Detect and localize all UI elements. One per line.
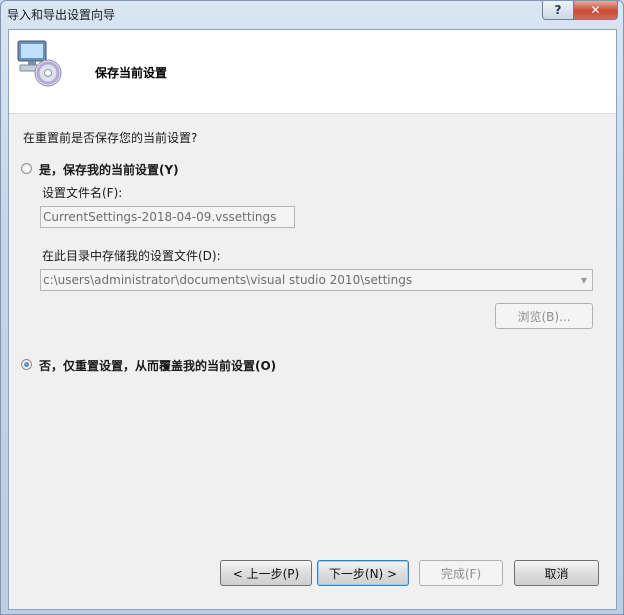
directory-combobox[interactable]: c:\users\administrator\documents\visual … [40, 269, 593, 291]
finish-button[interactable]: 完成(F) [419, 560, 503, 586]
save-settings-radio[interactable] [21, 163, 32, 174]
overwrite-settings-radio[interactable] [21, 359, 32, 370]
directory-label: 在此目录中存储我的设置文件(D): [42, 249, 221, 263]
back-button[interactable]: < 上一步(P) [220, 560, 312, 586]
next-button[interactable]: 下一步(N) > [317, 560, 409, 586]
chevron-down-icon[interactable]: ▼ [576, 270, 592, 290]
title-bar[interactable]: 导入和导出设置向导 ? ✕ [1, 1, 623, 27]
close-button[interactable]: ✕ [573, 1, 618, 20]
page-title: 保存当前设置 [95, 66, 168, 80]
wizard-banner: 保存当前设置 [9, 30, 616, 114]
browse-button[interactable]: 浏览(B)... [495, 303, 593, 329]
filename-label: 设置文件名(F): [42, 186, 123, 200]
cancel-button[interactable]: 取消 [514, 560, 599, 586]
overwrite-settings-label[interactable]: 否，仅重置设置，从而覆盖我的当前设置(O) [39, 357, 276, 374]
question-label: 在重置前是否保存您的当前设置? [23, 131, 198, 145]
help-button[interactable]: ? [542, 1, 574, 20]
wizard-content: 保存当前设置 在重置前是否保存您的当前设置? 是，保存我的当前设置(Y) 设置文… [8, 29, 617, 610]
computer-disc-icon [17, 40, 62, 87]
wizard-window: 导入和导出设置向导 ? ✕ 保存当前设置 在重置前是否保存您的当前设置? 是，保… [0, 0, 624, 615]
directory-value: c:\users\administrator\documents\visual … [43, 273, 413, 287]
save-settings-label[interactable]: 是，保存我的当前设置(Y) [39, 161, 179, 178]
window-title: 导入和导出设置向导 [7, 8, 116, 22]
filename-input[interactable]: CurrentSettings-2018-04-09.vssettings [40, 206, 295, 228]
